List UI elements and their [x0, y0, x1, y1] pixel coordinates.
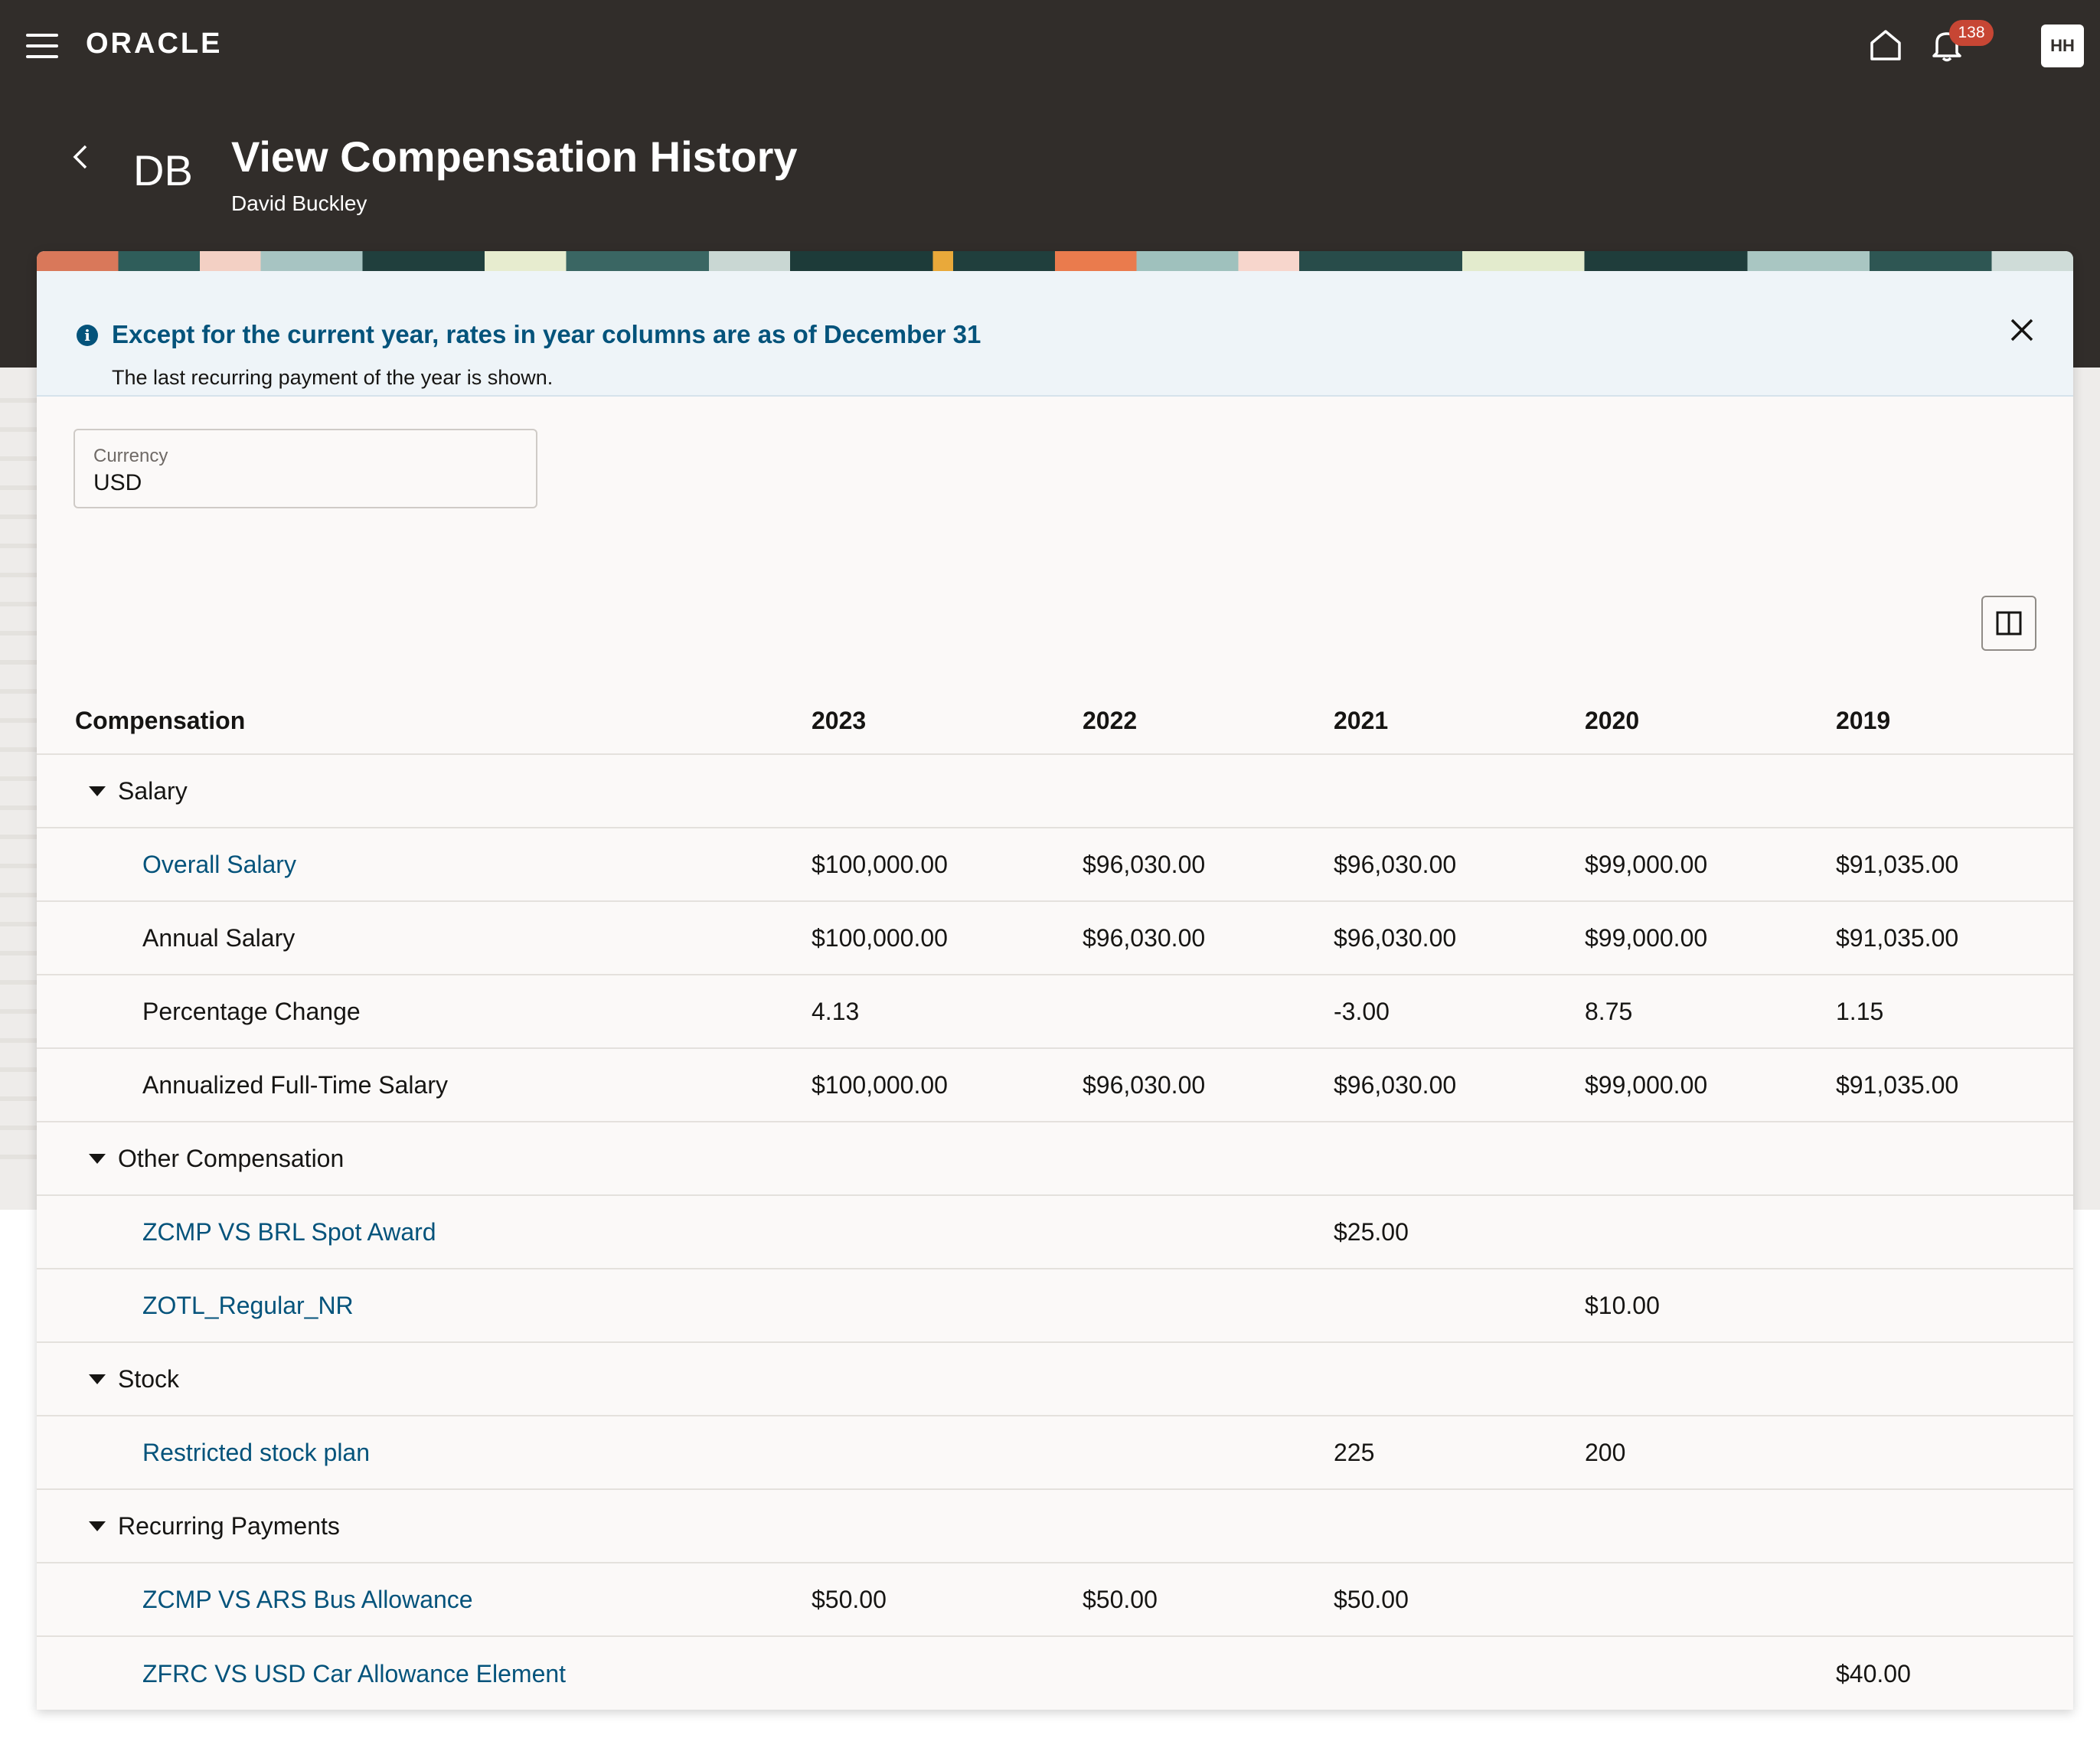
home-icon[interactable] — [1868, 28, 1903, 63]
group-row-salary[interactable]: Salary — [37, 755, 2073, 828]
cell-value: $99,000.00 — [1585, 1070, 1708, 1099]
table-row: Percentage Change 4.13 -3.00 8.75 1.15 — [37, 975, 2073, 1049]
row-name-link[interactable]: ZFRC VS USD Car Allowance Element — [142, 1637, 566, 1710]
cell-value: $100,000.00 — [812, 923, 948, 952]
table-row: Restricted stock plan 225 200 — [37, 1416, 2073, 1490]
cell-value: $96,030.00 — [1083, 923, 1206, 952]
group-label: Salary — [118, 776, 188, 805]
info-icon: i — [77, 325, 98, 346]
info-title: Except for the current year, rates in ye… — [112, 320, 981, 348]
currency-select[interactable]: Currency USD — [73, 429, 537, 508]
cell-value: $40.00 — [1836, 1659, 1911, 1687]
expand-triangle-icon[interactable] — [89, 1153, 106, 1164]
column-header: 2023 — [812, 706, 867, 734]
notification-badge: 138 — [1949, 20, 1994, 46]
cell-value: 225 — [1334, 1438, 1375, 1466]
columns-button[interactable] — [1981, 596, 2036, 651]
page-subtitle: David Buckley — [231, 191, 367, 215]
currency-label: Currency — [93, 446, 168, 466]
group-row-stock[interactable]: Stock — [37, 1343, 2073, 1416]
group-label: Other Compensation — [118, 1144, 345, 1172]
main-card: i Except for the current year, rates in … — [37, 251, 2073, 1710]
info-text: The last recurring payment of the year i… — [112, 366, 554, 389]
close-icon[interactable] — [2009, 317, 2035, 343]
currency-value: USD — [93, 470, 142, 495]
cell-value: $50.00 — [812, 1585, 887, 1613]
cell-value: $96,030.00 — [1334, 1070, 1457, 1099]
cell-value: $91,035.00 — [1836, 850, 1959, 878]
expand-triangle-icon[interactable] — [89, 1374, 106, 1384]
table-row: ZCMP VS ARS Bus Allowance $50.00 $50.00 … — [37, 1563, 2073, 1637]
row-name-link[interactable]: ZCMP VS BRL Spot Award — [142, 1196, 436, 1268]
row-name-link[interactable]: ZOTL_Regular_NR — [142, 1269, 354, 1341]
row-name-link[interactable]: Overall Salary — [142, 828, 296, 900]
cell-value: $91,035.00 — [1836, 1070, 1959, 1099]
global-header: ORACLE 138 HH — [0, 0, 2100, 92]
table-row: ZFRC VS USD Car Allowance Element $40.00 — [37, 1637, 2073, 1710]
column-header: 2019 — [1836, 706, 1891, 734]
cell-value: $96,030.00 — [1083, 1070, 1206, 1099]
group-label: Recurring Payments — [118, 1511, 340, 1540]
table-row: ZCMP VS BRL Spot Award $25.00 — [37, 1196, 2073, 1269]
column-header: 2021 — [1334, 706, 1389, 734]
row-name-link[interactable]: ZCMP VS ARS Bus Allowance — [142, 1563, 473, 1635]
compensation-table: Compensation 2023 2022 2021 2020 2019 Sa… — [37, 688, 2073, 1710]
group-label: Stock — [118, 1364, 180, 1393]
table-row: Overall Salary $100,000.00 $96,030.00 $9… — [37, 828, 2073, 902]
row-name: Annual Salary — [142, 923, 296, 952]
user-avatar[interactable]: HH — [2041, 25, 2084, 67]
columns-icon — [1996, 611, 2022, 635]
cell-value: $99,000.00 — [1585, 923, 1708, 952]
cell-value: $100,000.00 — [812, 850, 948, 878]
back-chevron-icon[interactable] — [69, 142, 92, 172]
table-row: Annual Salary $100,000.00 $96,030.00 $96… — [37, 902, 2073, 975]
group-row-recurring-payments[interactable]: Recurring Payments — [37, 1490, 2073, 1563]
table-row: Annualized Full-Time Salary $100,000.00 … — [37, 1049, 2073, 1122]
column-header: 2020 — [1585, 706, 1640, 734]
cell-value: $50.00 — [1334, 1585, 1409, 1613]
cell-value: $91,035.00 — [1836, 923, 1959, 952]
expand-triangle-icon[interactable] — [89, 786, 106, 796]
cell-value: 1.15 — [1836, 997, 1884, 1025]
decorative-banner — [37, 251, 2073, 271]
table-row: ZOTL_Regular_NR $10.00 — [37, 1269, 2073, 1343]
cell-value: $25.00 — [1334, 1217, 1409, 1246]
cell-value: $96,030.00 — [1334, 850, 1457, 878]
cell-value: 4.13 — [812, 997, 860, 1025]
cell-value: $100,000.00 — [812, 1070, 948, 1099]
info-message: i Except for the current year, rates in … — [37, 271, 2073, 397]
row-name-link[interactable]: Restricted stock plan — [142, 1416, 370, 1488]
cell-value: -3.00 — [1334, 997, 1390, 1025]
cell-value: 200 — [1585, 1438, 1626, 1466]
table-header: Compensation 2023 2022 2021 2020 2019 — [37, 688, 2073, 755]
oracle-logo[interactable]: ORACLE — [86, 28, 222, 60]
cell-value: $96,030.00 — [1083, 850, 1206, 878]
column-header: 2022 — [1083, 706, 1138, 734]
page-title: View Compensation History — [231, 132, 798, 181]
column-header: Compensation — [75, 706, 246, 734]
notifications-button[interactable]: 138 — [1929, 20, 1994, 66]
person-initials: DB — [133, 146, 193, 194]
cell-value: $96,030.00 — [1334, 923, 1457, 952]
cell-value: $99,000.00 — [1585, 850, 1708, 878]
group-row-other-compensation[interactable]: Other Compensation — [37, 1122, 2073, 1196]
row-name: Percentage Change — [142, 997, 361, 1025]
row-name: Annualized Full-Time Salary — [142, 1070, 448, 1099]
cell-value: $50.00 — [1083, 1585, 1158, 1613]
cell-value: 8.75 — [1585, 997, 1633, 1025]
cell-value: $10.00 — [1585, 1291, 1660, 1319]
expand-triangle-icon[interactable] — [89, 1521, 106, 1531]
menu-icon[interactable] — [26, 34, 58, 58]
